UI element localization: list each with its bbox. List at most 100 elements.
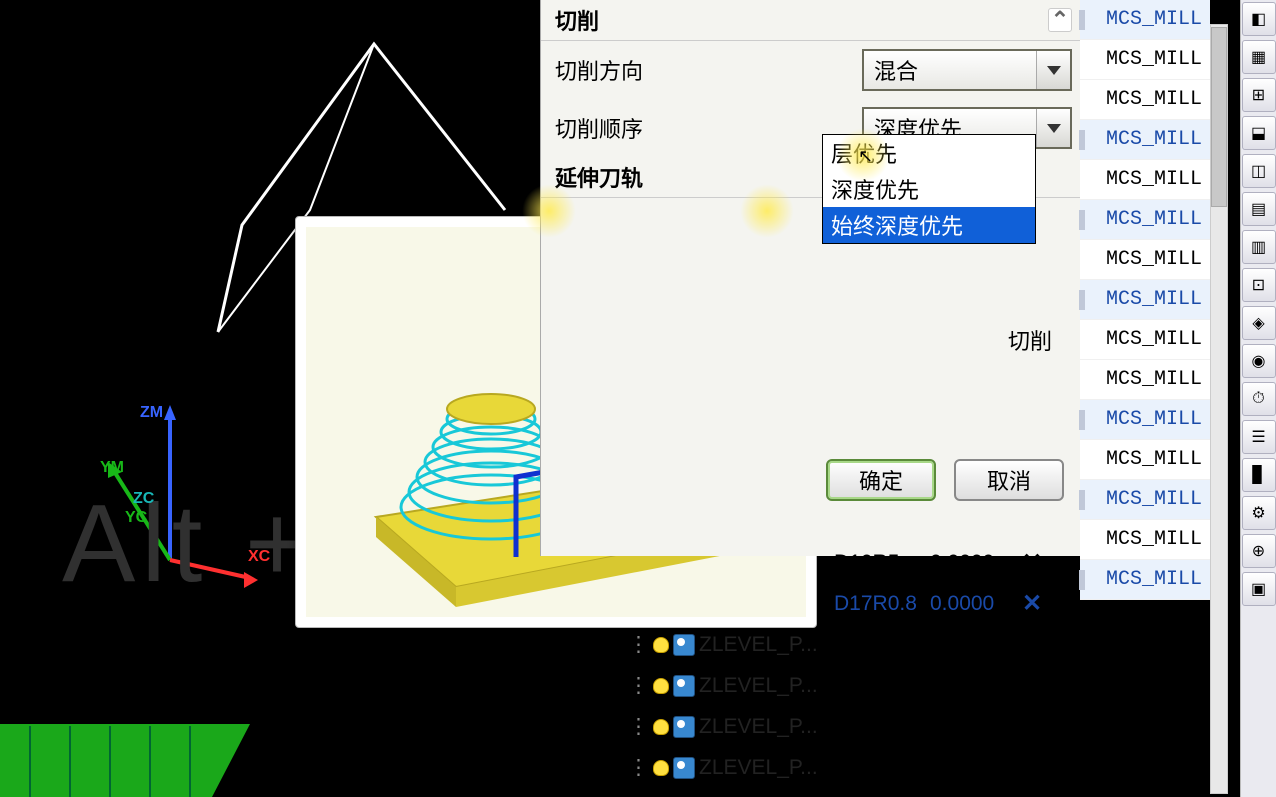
op-name: ZLEVEL_P...: [699, 715, 818, 739]
mcs-item[interactable]: MCS_MILL: [1080, 480, 1210, 520]
toolbar-button[interactable]: ▥: [1242, 230, 1276, 264]
mill-op-icon: [673, 634, 695, 656]
toolbar-button[interactable]: ◉: [1242, 344, 1276, 378]
mcs-item[interactable]: MCS_MILL: [1080, 120, 1210, 160]
cut-direction-label: 切削方向: [555, 54, 862, 86]
toolbar-button[interactable]: ⊕: [1242, 534, 1276, 568]
op-tool: D10R5: [834, 551, 930, 575]
delete-x-icon[interactable]: ✕: [1022, 712, 1054, 741]
op-value: 0.0000: [930, 551, 1022, 575]
op-tool: D17R0.8: [834, 633, 930, 657]
mcs-list[interactable]: MCS_MILLMCS_MILLMCS_MILLMCS_MILLMCS_MILL…: [1080, 0, 1210, 600]
toolbar-button[interactable]: ☰: [1242, 420, 1276, 454]
operation-row[interactable]: D10R50.0000✕: [588, 542, 1074, 583]
mcs-item[interactable]: MCS_MILL: [1080, 320, 1210, 360]
dialog-button-row: 确定 取消: [826, 459, 1064, 501]
mcs-item[interactable]: MCS_MILL: [1080, 160, 1210, 200]
operation-table[interactable]: D10R50.0000✕D17R0.80.0000✕⋮ZLEVEL_P...D1…: [588, 542, 1074, 788]
toolbar-button[interactable]: ▊: [1242, 458, 1276, 492]
toolbar-button[interactable]: ▤: [1242, 192, 1276, 226]
toolbar-button[interactable]: ▣: [1242, 572, 1276, 606]
dropdown-option-depth[interactable]: 深度优先: [823, 171, 1035, 207]
mcs-indicator-bar: [1079, 410, 1085, 430]
toolbar-button[interactable]: ▦: [1242, 40, 1276, 74]
op-tool: D17R0.8: [834, 592, 930, 616]
mcs-item[interactable]: MCS_MILL: [1080, 200, 1210, 240]
op-tool: D17R0.8: [834, 756, 930, 780]
lightbulb-icon: [653, 678, 669, 694]
section-cutting-title: 切削: [555, 4, 599, 36]
cut-order-dropdown[interactable]: 层优先 深度优先 始终深度优先: [822, 134, 1036, 244]
partial-cut-label: 切削: [555, 324, 1072, 356]
operation-row[interactable]: ⋮ZLEVEL_P...D17R0.80.0000✕: [588, 747, 1074, 788]
op-value: 0.0000: [930, 674, 1022, 698]
mcs-indicator-bar: [1079, 290, 1085, 310]
delete-x-icon[interactable]: ✕: [1022, 548, 1054, 577]
mouse-cursor-icon: ↖: [858, 146, 873, 167]
toolbar-button[interactable]: ⊡: [1242, 268, 1276, 302]
lightbulb-icon: [653, 760, 669, 776]
toolbar-button[interactable]: ⚙: [1242, 496, 1276, 530]
mcs-item[interactable]: MCS_MILL: [1080, 240, 1210, 280]
right-toolbar: ◧ ▦ ⊞ ⬓ ◫ ▤ ▥ ⊡ ◈ ◉ ⏱ ☰ ▊ ⚙ ⊕ ▣: [1240, 0, 1276, 797]
section-extend-title: 延伸刀轨: [555, 161, 643, 193]
mill-op-icon: [673, 675, 695, 697]
op-tool: D17R0.8: [834, 674, 930, 698]
op-value: 0.0000: [930, 592, 1022, 616]
dropdown-option-layer[interactable]: 层优先: [823, 135, 1035, 171]
axis-yc-label: YC: [125, 509, 147, 527]
operation-row[interactable]: D17R0.80.0000✕: [588, 583, 1074, 624]
cut-direction-combo[interactable]: 混合: [862, 49, 1072, 91]
mcs-indicator-bar: [1079, 10, 1085, 30]
mcs-item[interactable]: MCS_MILL: [1080, 40, 1210, 80]
mill-op-icon: [673, 757, 695, 779]
axis-zc-label: ZC: [133, 490, 154, 508]
dropdown-arrow-icon[interactable]: [1036, 51, 1070, 89]
delete-x-icon[interactable]: ✕: [1022, 630, 1054, 659]
dropdown-option-always-depth[interactable]: 始终深度优先: [823, 207, 1035, 243]
cut-order-label: 切削顺序: [555, 112, 862, 144]
mill-op-icon: [673, 716, 695, 738]
operation-row[interactable]: ⋮ZLEVEL_P...D17R0.80.0000✕: [588, 665, 1074, 706]
mcs-indicator-bar: [1079, 130, 1085, 150]
axis-xc-label: XC: [248, 548, 270, 566]
mcs-item[interactable]: MCS_MILL: [1080, 0, 1210, 40]
toolbar-button[interactable]: ⊞: [1242, 78, 1276, 112]
delete-x-icon[interactable]: ✕: [1022, 753, 1054, 782]
mcs-item[interactable]: MCS_MILL: [1080, 520, 1210, 560]
scroll-thumb[interactable]: [1211, 27, 1227, 207]
delete-x-icon[interactable]: ✕: [1022, 589, 1054, 618]
operation-row[interactable]: ⋮ZLEVEL_P...D17R0.80.0000✕: [588, 624, 1074, 665]
toolbar-button[interactable]: ◧: [1242, 2, 1276, 36]
mcs-item[interactable]: MCS_MILL: [1080, 440, 1210, 480]
dropdown-arrow-icon[interactable]: [1036, 109, 1070, 147]
mcs-item[interactable]: MCS_MILL: [1080, 280, 1210, 320]
mcs-item[interactable]: MCS_MILL: [1080, 360, 1210, 400]
collapse-icon[interactable]: ⌃: [1048, 8, 1072, 32]
mcs-item[interactable]: MCS_MILL: [1080, 400, 1210, 440]
toolbar-button[interactable]: ⬓: [1242, 116, 1276, 150]
lightbulb-icon: [653, 719, 669, 735]
op-name: ZLEVEL_P...: [699, 633, 818, 657]
toolbar-button[interactable]: ⏱: [1242, 382, 1276, 416]
section-cutting-header[interactable]: 切削 ⌃: [541, 0, 1086, 41]
mcs-item[interactable]: MCS_MILL: [1080, 80, 1210, 120]
lightbulb-icon: [653, 637, 669, 653]
mcs-indicator-bar: [1079, 210, 1085, 230]
toolbar-button[interactable]: ◈: [1242, 306, 1276, 340]
cancel-button[interactable]: 取消: [954, 459, 1064, 501]
operation-row[interactable]: ⋮ZLEVEL_P...D17R0.80.0000✕: [588, 706, 1074, 747]
mcs-item[interactable]: MCS_MILL: [1080, 560, 1210, 600]
delete-x-icon[interactable]: ✕: [1022, 671, 1054, 700]
op-value: 0.0000: [930, 756, 1022, 780]
toolbar-button[interactable]: ◫: [1242, 154, 1276, 188]
ok-button[interactable]: 确定: [826, 459, 936, 501]
mcs-indicator-bar: [1079, 570, 1085, 590]
axis-zm-label: ZM: [140, 404, 163, 422]
op-value: 0.0000: [930, 715, 1022, 739]
mcs-indicator-bar: [1079, 490, 1085, 510]
axis-ym-label: YM: [100, 459, 124, 477]
op-name: ZLEVEL_P...: [699, 756, 818, 780]
op-value: 0.0000: [930, 633, 1022, 657]
vertical-scrollbar[interactable]: [1210, 24, 1228, 794]
